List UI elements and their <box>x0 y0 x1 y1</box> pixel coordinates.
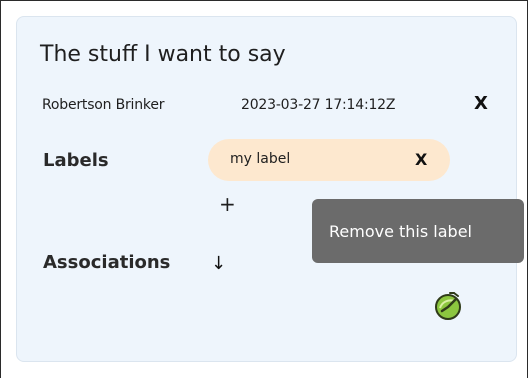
window-frame: The stuff I want to say Robertson Brinke… <box>0 0 528 378</box>
add-label-button[interactable]: + <box>219 192 236 216</box>
label-chip-text: my label <box>230 151 291 167</box>
remove-label-button[interactable]: X <box>415 150 427 169</box>
note-timestamp: 2023-03-27 17:14:12Z <box>241 97 396 113</box>
note-title: The stuff I want to say <box>40 42 286 67</box>
labels-heading: Labels <box>43 150 109 171</box>
associations-expand-arrow-icon[interactable]: ↓ <box>211 253 226 274</box>
label-chip: my label X <box>208 139 450 181</box>
note-author: Robertson Brinker <box>42 97 165 113</box>
delete-note-button[interactable]: X <box>474 93 488 114</box>
tooltip-text: Remove this label <box>329 222 472 241</box>
leaf-clock-icon[interactable] <box>432 290 464 322</box>
associations-heading: Associations <box>43 252 171 273</box>
tooltip: Remove this label <box>312 199 524 263</box>
